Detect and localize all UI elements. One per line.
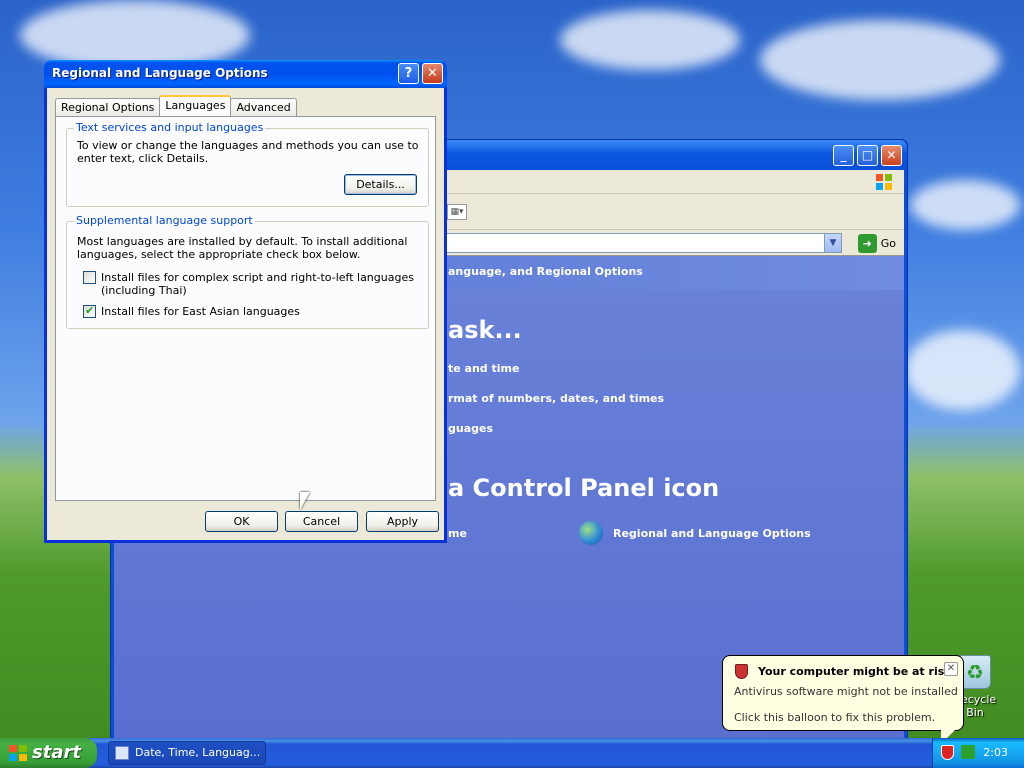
clock[interactable]: 2:03 xyxy=(983,746,1008,759)
balloon-title: Your computer might be at risk xyxy=(758,665,952,678)
help-button[interactable]: ? xyxy=(398,63,419,84)
pick-icon-heading: a Control Panel icon xyxy=(448,474,720,502)
supplemental-description: Most languages are installed by default.… xyxy=(77,235,408,261)
tab-advanced[interactable]: Advanced xyxy=(230,98,297,116)
maximize-button[interactable]: □ xyxy=(857,145,878,166)
system-tray: 2:03 xyxy=(932,738,1024,768)
wallpaper-cloud xyxy=(760,20,1000,100)
icon-link-date-time[interactable]: me xyxy=(448,527,467,540)
text-services-legend: Text services and input languages xyxy=(74,121,266,134)
go-button[interactable]: ➜ Go xyxy=(857,233,896,253)
close-button[interactable]: ✕ xyxy=(881,145,902,166)
category-title: anguage, and Regional Options xyxy=(448,265,643,278)
mouse-cursor-icon xyxy=(300,492,310,510)
wallpaper-cloud xyxy=(560,10,740,70)
control-panel-task-icon xyxy=(115,746,129,760)
views-icon[interactable]: ▦▾ xyxy=(447,204,467,220)
complex-script-label[interactable]: Install files for complex script and rig… xyxy=(101,271,418,297)
wallpaper-cloud xyxy=(910,180,1020,230)
east-asian-checkbox-row[interactable]: Install files for East Asian languages xyxy=(83,304,418,318)
minimize-button[interactable]: _ xyxy=(833,145,854,166)
go-label: Go xyxy=(880,236,896,250)
regional-language-dialog[interactable]: Regional and Language Options ? ✕ Region… xyxy=(44,60,447,543)
languages-tab-panel: Text services and input languages To vie… xyxy=(55,116,436,501)
complex-script-checkbox-row[interactable]: Install files for complex script and rig… xyxy=(83,271,418,297)
task-link-date-time[interactable]: te and time xyxy=(448,362,519,375)
balloon-close-button[interactable]: ✕ xyxy=(944,662,958,676)
dialog-close-button[interactable]: ✕ xyxy=(422,63,443,84)
taskbar-item-label: Date, Time, Languag... xyxy=(135,746,261,759)
text-services-group: Text services and input languages To vie… xyxy=(66,121,429,207)
tab-regional-options[interactable]: Regional Options xyxy=(55,98,161,116)
pick-task-heading: ask... xyxy=(448,316,522,344)
tab-strip: Regional Options Languages Advanced xyxy=(55,95,297,116)
ok-button[interactable]: OK xyxy=(205,511,278,532)
east-asian-checkbox[interactable] xyxy=(83,304,96,318)
task-link-number-format[interactable]: rmat of numbers, dates, and times xyxy=(448,392,664,405)
taskbar: start Date, Time, Languag... 2:03 xyxy=(0,738,1024,768)
cancel-button[interactable]: Cancel xyxy=(285,511,358,532)
tab-languages[interactable]: Languages xyxy=(159,95,232,116)
details-button[interactable]: Details... xyxy=(344,174,417,195)
start-label: start xyxy=(32,742,81,763)
wallpaper-cloud xyxy=(905,330,1020,410)
taskbar-item-date-time[interactable]: Date, Time, Languag... xyxy=(108,741,266,765)
balloon-line2[interactable]: Click this balloon to fix this problem. xyxy=(734,711,935,724)
complex-script-checkbox[interactable] xyxy=(83,271,96,284)
go-arrow-icon: ➜ xyxy=(857,233,877,253)
icon-link-regional-options[interactable]: Regional and Language Options xyxy=(613,527,811,540)
task-link-languages[interactable]: guages xyxy=(448,422,493,435)
balloon-line1: Antivirus software might not be installe… xyxy=(734,685,958,698)
east-asian-label[interactable]: Install files for East Asian languages xyxy=(101,305,300,318)
supplemental-language-group: Supplemental language support Most langu… xyxy=(66,214,429,329)
globe-icon xyxy=(579,521,603,545)
security-center-tray-icon[interactable] xyxy=(941,745,954,760)
security-alert-balloon[interactable]: Your computer might be at risk ✕ Antivir… xyxy=(722,655,964,744)
supplemental-legend: Supplemental language support xyxy=(74,214,255,227)
network-tray-icon[interactable] xyxy=(961,745,975,759)
text-services-description: To view or change the languages and meth… xyxy=(77,139,419,165)
apply-button[interactable]: Apply xyxy=(366,511,439,532)
security-shield-icon xyxy=(735,664,748,679)
windows-flag-icon xyxy=(9,745,27,761)
dialog-title: Regional and Language Options xyxy=(52,66,268,80)
windows-logo-icon xyxy=(876,174,892,190)
dialog-titlebar[interactable]: Regional and Language Options ? ✕ xyxy=(44,60,447,88)
start-button[interactable]: start xyxy=(0,738,97,768)
address-dropdown-icon[interactable]: ▼ xyxy=(824,234,841,252)
